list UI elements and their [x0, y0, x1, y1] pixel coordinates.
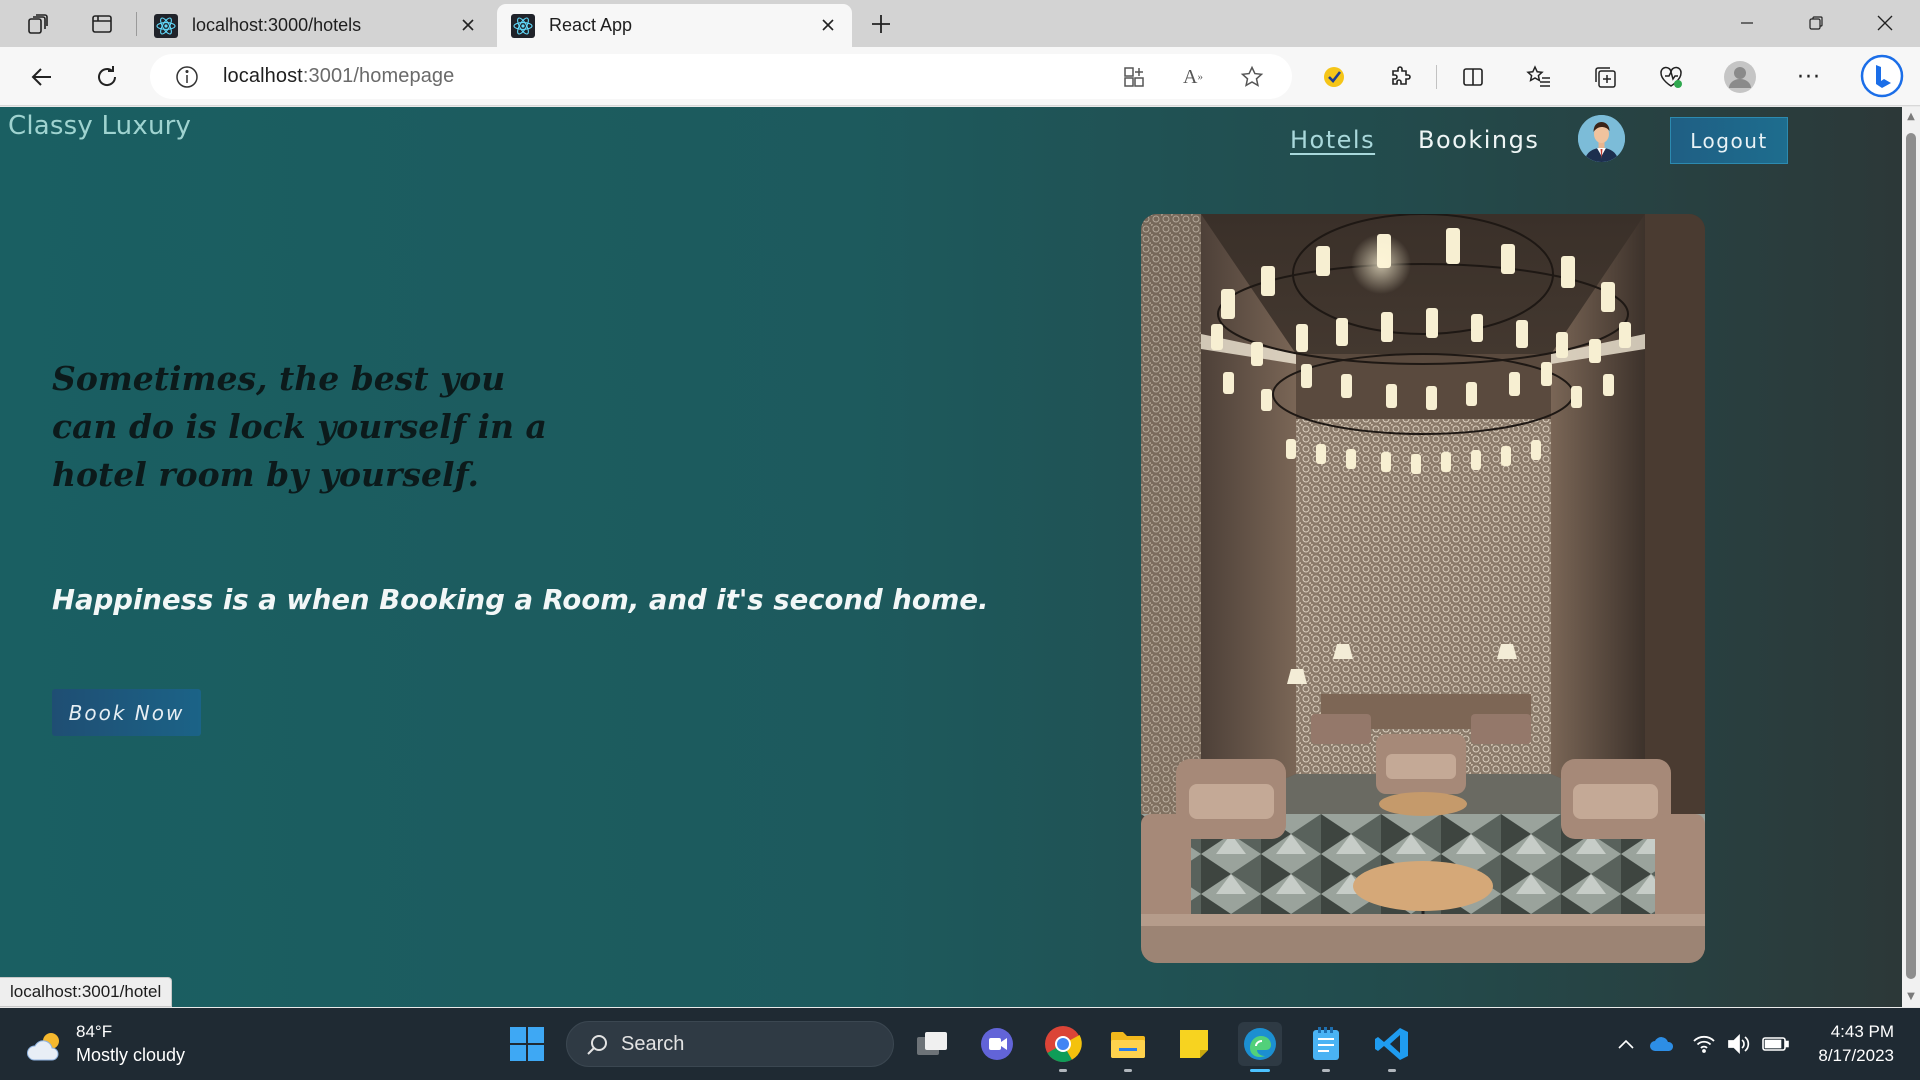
app-available-icon[interactable] [1120, 63, 1148, 91]
weather-condition: Mostly cloudy [76, 1045, 186, 1065]
search-label: Search [621, 1033, 685, 1055]
running-indicator [1322, 1069, 1330, 1072]
bing-copilot-icon[interactable] [1859, 53, 1905, 99]
start-menu-icon[interactable] [505, 1022, 549, 1066]
close-tab-icon[interactable] [456, 13, 480, 37]
url-host: localhost [223, 65, 303, 87]
weather-temperature: 84°F [76, 1022, 113, 1041]
browser-tab-strip: localhost:3000/hotels React App [0, 0, 1920, 47]
notepad-icon[interactable] [1304, 1022, 1348, 1072]
onedrive-cloud-icon[interactable] [1648, 1030, 1676, 1058]
volume-icon[interactable] [1725, 1030, 1753, 1058]
close-window-icon[interactable] [1862, 6, 1908, 40]
logout-button[interactable]: Logout [1670, 117, 1788, 164]
collections-icon[interactable] [1587, 59, 1623, 95]
running-indicator [1250, 1069, 1270, 1072]
teams-chat-icon[interactable] [975, 1022, 1019, 1066]
new-tab-icon[interactable] [866, 9, 896, 39]
tab-react-app[interactable]: React App [497, 4, 852, 47]
toolbar-divider [1436, 65, 1437, 89]
running-indicator [1059, 1069, 1067, 1072]
hero-quote: Sometimes, the best you can do is lock y… [52, 359, 547, 494]
hotel-lobby-image [1141, 214, 1705, 963]
clock-date: 8/17/2023 [1818, 1046, 1894, 1065]
vertical-scrollbar[interactable]: ▲ ▼ [1902, 107, 1920, 1007]
task-view-icon[interactable] [910, 1022, 954, 1066]
back-icon[interactable] [24, 59, 60, 95]
book-now-button[interactable]: Book Now [52, 689, 201, 736]
scroll-up-arrow-icon[interactable]: ▲ [1905, 111, 1917, 123]
favorite-star-icon[interactable] [1238, 63, 1266, 91]
edge-browser-icon[interactable] [1238, 1022, 1282, 1072]
site-info-icon[interactable] [174, 64, 200, 90]
taskbar-search-box[interactable]: Search [566, 1021, 894, 1067]
system-clock[interactable]: 4:43 PM 8/17/2023 [1818, 1020, 1894, 1068]
tab-title: localhost:3000/hotels [192, 15, 362, 35]
minimize-icon[interactable] [1724, 6, 1770, 40]
chrome-icon[interactable] [1041, 1022, 1085, 1072]
webpage-viewport: Classy Luxury Hotels Bookings Logout Som… [0, 107, 1902, 1007]
wifi-icon[interactable] [1690, 1030, 1718, 1058]
brand-logo-text[interactable]: Classy Luxury [8, 111, 191, 141]
tab-actions-icon[interactable] [86, 8, 118, 40]
vscode-icon[interactable] [1370, 1022, 1414, 1072]
split-screen-icon[interactable] [1455, 59, 1491, 95]
scroll-down-arrow-icon[interactable]: ▼ [1905, 991, 1917, 1003]
restore-icon[interactable] [1793, 6, 1839, 40]
refresh-icon[interactable] [89, 59, 125, 95]
sticky-notes-icon[interactable] [1172, 1022, 1216, 1066]
file-explorer-icon[interactable] [1106, 1022, 1150, 1072]
extension-check-icon[interactable] [1316, 59, 1352, 95]
search-icon [587, 1035, 607, 1055]
address-bar[interactable]: localhost:3001/homepage A» [150, 54, 1292, 99]
nav-bookings-link[interactable]: Bookings [1418, 126, 1539, 154]
battery-icon[interactable] [1762, 1030, 1790, 1058]
url-text[interactable]: localhost:3001/homepage [223, 65, 454, 88]
close-tab-icon[interactable] [816, 13, 840, 37]
extensions-icon[interactable] [1383, 59, 1419, 95]
read-aloud-icon[interactable]: A» [1179, 63, 1207, 91]
weather-widget[interactable]: 84°F Mostly cloudy [26, 1022, 206, 1068]
hero-tagline: Happiness is a when Booking a Room, and … [52, 584, 989, 616]
tab-title: React App [549, 15, 633, 35]
user-avatar-icon[interactable] [1578, 115, 1625, 162]
profile-icon[interactable] [1722, 59, 1758, 95]
favorites-icon[interactable] [1521, 59, 1557, 95]
running-indicator [1124, 1069, 1132, 1072]
cloud-sun-icon [27, 1033, 59, 1061]
browser-toolbar: localhost:3001/homepage A» ··· [0, 47, 1920, 106]
workspaces-icon[interactable] [22, 8, 54, 40]
link-status-bar: localhost:3001/hotel [0, 977, 173, 1007]
scrollbar-thumb[interactable] [1906, 133, 1916, 979]
react-icon [154, 13, 178, 38]
show-hidden-icons-chevron-icon[interactable] [1612, 1030, 1640, 1058]
tab-separator [136, 12, 137, 36]
running-indicator [1388, 1069, 1396, 1072]
nav-hotels-link[interactable]: Hotels [1290, 126, 1375, 154]
react-icon [511, 13, 535, 38]
more-options-icon[interactable]: ··· [1791, 59, 1827, 95]
browser-essentials-icon[interactable] [1653, 59, 1689, 95]
windows-taskbar: 84°F Mostly cloudy Search 4:43 PM 8/17/2… [0, 1008, 1920, 1080]
clock-time: 4:43 PM [1830, 1022, 1894, 1041]
url-path: :3001/homepage [302, 65, 455, 87]
tab-hotels[interactable]: localhost:3000/hotels [140, 4, 492, 47]
